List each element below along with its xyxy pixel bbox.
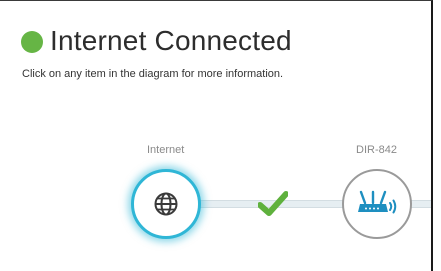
checkmark-icon bbox=[258, 191, 288, 216]
page-title: Internet Connected bbox=[50, 25, 292, 56]
router-node-label: DIR-842 bbox=[356, 144, 397, 156]
internet-node-button[interactable] bbox=[131, 169, 201, 239]
router-icon bbox=[358, 190, 397, 214]
internet-node-label: Internet bbox=[147, 144, 185, 156]
page-subtitle: Click on any item in the diagram for mor… bbox=[22, 68, 284, 80]
network-status-panel: Internet Connected Click on any item in … bbox=[0, 0, 433, 271]
router-node-button[interactable] bbox=[342, 169, 412, 239]
connection-line-continued bbox=[410, 200, 431, 208]
connected-status-icon bbox=[21, 31, 43, 53]
globe-icon bbox=[154, 192, 178, 216]
